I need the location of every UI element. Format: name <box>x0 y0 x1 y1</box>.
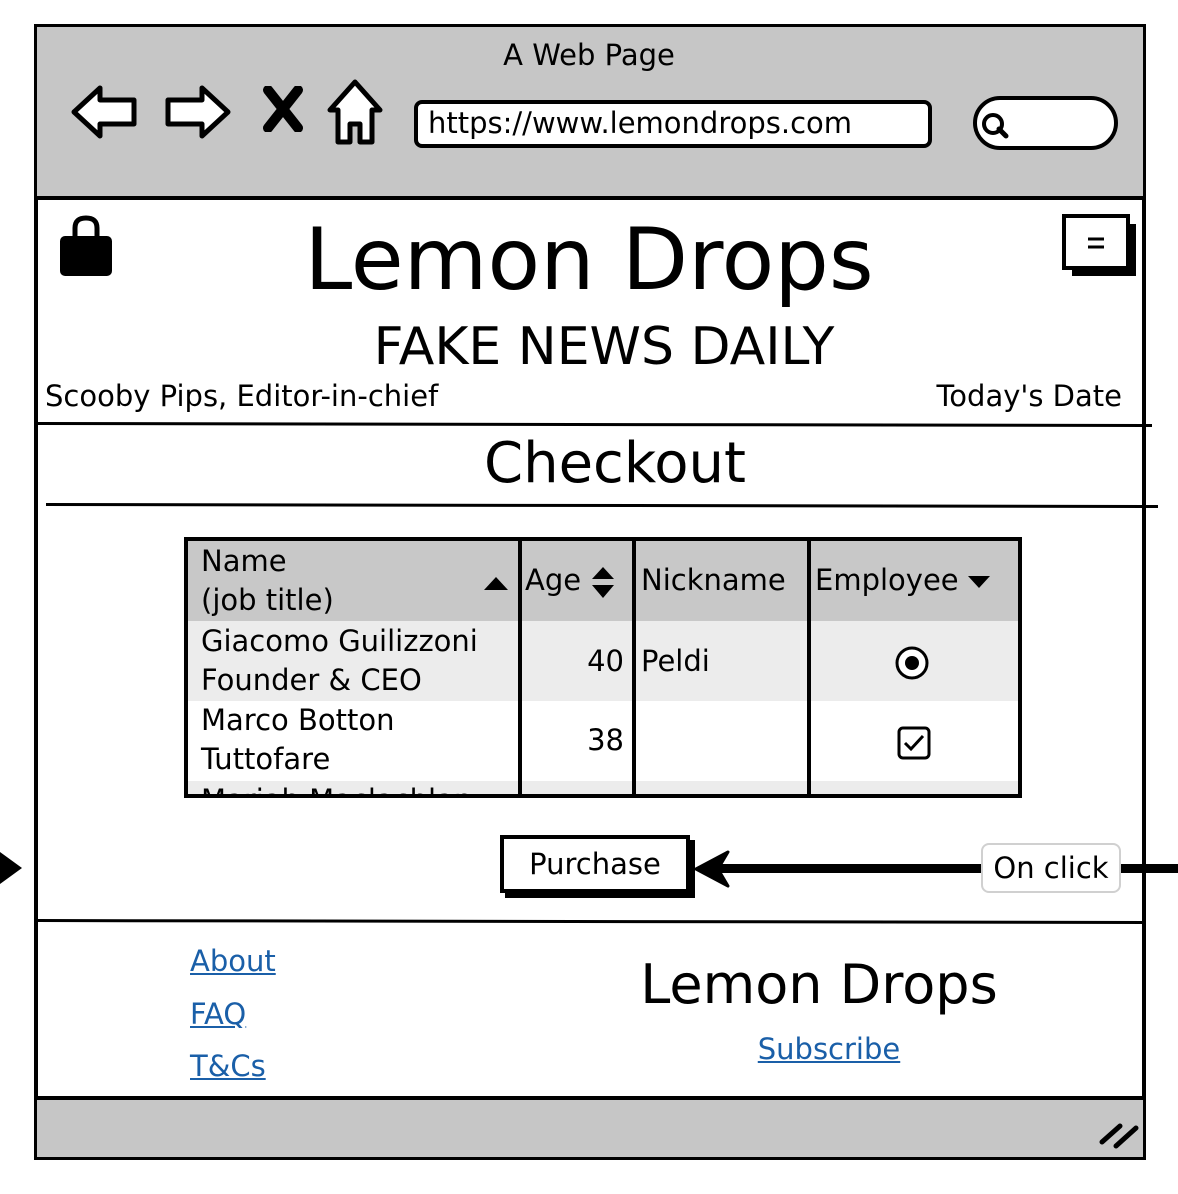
cell-nickname: Peldi <box>641 644 710 678</box>
status-bar <box>37 1096 1143 1157</box>
footer-link-faq[interactable]: FAQ <box>190 995 246 1033</box>
footer-link-terms[interactable]: T&Cs <box>190 1047 266 1085</box>
editor-credit: Scooby Pips, Editor-in-chief <box>45 379 439 413</box>
column-header-employee[interactable]: Employee <box>815 561 959 600</box>
cell-job-title: Tuttofare <box>201 742 331 776</box>
table-row[interactable]: Giacomo Guilizzoni Founder & CEO 40 Peld… <box>188 621 1018 701</box>
checkbox-checked[interactable] <box>896 725 932 761</box>
purchase-button[interactable]: Purchase <box>500 835 690 893</box>
column-header-name[interactable]: Name (job title) <box>201 542 334 620</box>
cell-name: Mariah Maclachlan <box>201 781 472 794</box>
footer-title: Lemon Drops <box>640 953 998 1016</box>
table-header: Name (job title) Age Nickname Employee <box>188 541 1018 621</box>
date-label: Today's Date <box>936 379 1122 413</box>
link-marker-icon <box>0 852 22 884</box>
site-subtitle: FAKE NEWS DAILY <box>373 317 835 377</box>
column-header-name-sublabel: (job title) <box>201 583 334 617</box>
checkout-table: Name (job title) Age Nickname Employee G… <box>184 537 1022 798</box>
sort-descending-icon[interactable] <box>966 574 992 590</box>
sort-both-icon[interactable] <box>590 565 616 601</box>
cell-age: 38 <box>587 723 624 757</box>
column-header-age[interactable]: Age <box>525 561 581 600</box>
back-arrow-icon[interactable] <box>70 82 138 142</box>
column-divider <box>632 541 636 794</box>
home-icon[interactable] <box>326 78 384 146</box>
column-divider <box>807 541 811 794</box>
subscribe-link[interactable]: Subscribe <box>620 1030 1038 1068</box>
arrow-head-icon <box>694 850 730 888</box>
cell-name: Marco Botton <box>201 703 395 737</box>
cell-job-title: Founder & CEO <box>201 663 422 697</box>
sort-ascending-icon[interactable] <box>482 575 510 591</box>
window-title: A Web Page <box>503 38 675 72</box>
footer-link-about[interactable]: About <box>190 942 276 980</box>
column-divider <box>518 541 522 794</box>
cell-name: Giacomo Guilizzoni <box>201 624 478 658</box>
url-text: https://www.lemondrops.com <box>428 106 853 140</box>
resize-handle-icon[interactable] <box>1098 1120 1140 1150</box>
radio-button-selected[interactable] <box>894 645 930 681</box>
cell-age: 40 <box>587 644 624 678</box>
stop-icon[interactable] <box>262 86 304 132</box>
forward-arrow-icon[interactable] <box>164 82 232 142</box>
annotation-label: On click <box>981 843 1121 893</box>
table-row[interactable]: Marco Botton Tuttofare 38 <box>188 701 1018 781</box>
site-title: Lemon Drops <box>304 210 874 310</box>
page-heading: Checkout <box>484 431 746 496</box>
search-icon <box>982 113 1009 139</box>
column-header-nickname[interactable]: Nickname <box>641 561 786 600</box>
column-header-name-label: Name <box>201 544 287 578</box>
table-row[interactable]: Mariah Maclachlan <box>188 781 1018 794</box>
